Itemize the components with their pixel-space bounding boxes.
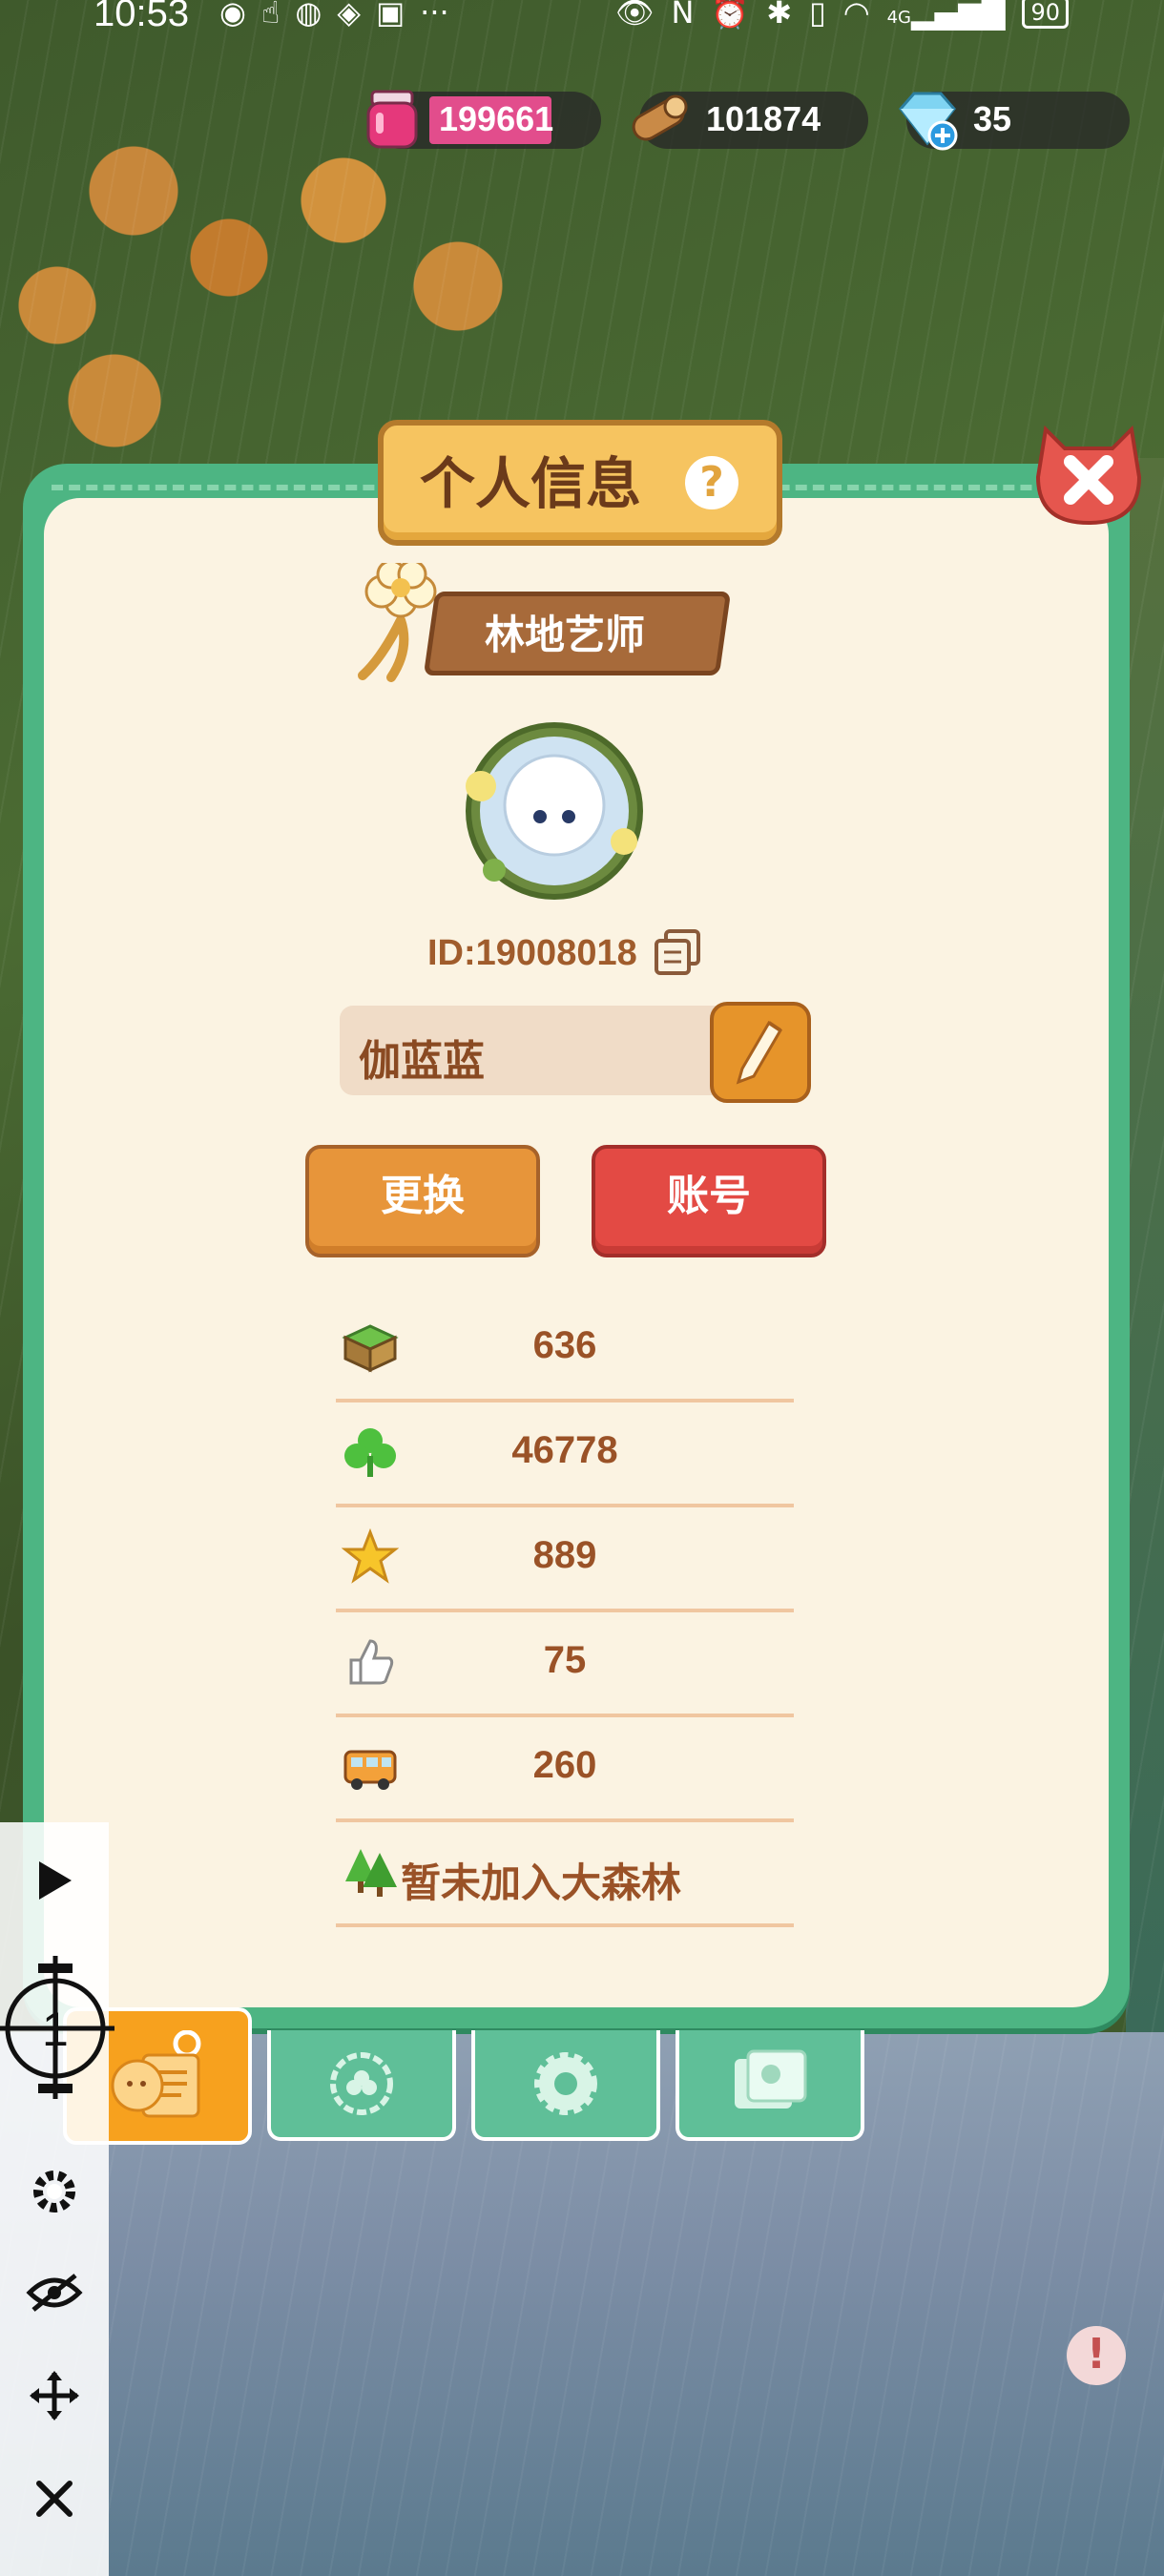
currency-potion[interactable]: 199661 xyxy=(366,90,601,149)
huawei-icon: ▣ xyxy=(375,0,405,31)
nfc-icon: N xyxy=(671,0,695,31)
currency-wood-value: 101874 xyxy=(706,99,821,138)
weibo-icon: ◉ xyxy=(219,0,246,31)
forest-status-row[interactable]: 暂未加入大森林 xyxy=(336,1822,794,1927)
change-button[interactable]: 更换 xyxy=(305,1145,540,1257)
account-button[interactable]: 账号 xyxy=(592,1145,826,1257)
stat-row-bus: 260 xyxy=(336,1717,794,1822)
rank-title: 林地艺师 xyxy=(485,612,646,658)
forest-status-label: 暂未加入大森林 xyxy=(401,1859,682,1906)
currency-wood[interactable]: 101874 xyxy=(632,92,868,149)
gear-icon xyxy=(534,2052,597,2115)
gear-icon xyxy=(33,2171,75,2212)
move-icon xyxy=(30,2371,79,2420)
eye-off-icon xyxy=(26,2274,83,2312)
stat-value: 46778 xyxy=(511,1429,618,1471)
copy-id-icon[interactable] xyxy=(653,927,702,977)
help-button[interactable]: ? xyxy=(685,456,738,509)
more-icon: ··· xyxy=(420,0,449,31)
wechat-icon: ◍ xyxy=(295,0,322,31)
status-bar: 10:53 ◉ ☝ ◍ ◈ ▣ ··· 👁 N ⏰ ✱ ▯ ◠ 4G▂▄▆█ 9… xyxy=(0,0,1164,38)
wood-log-icon xyxy=(632,94,688,141)
app-icon: ◈ xyxy=(337,0,361,31)
stat-value: 889 xyxy=(532,1534,597,1576)
tab-settings[interactable] xyxy=(471,2030,660,2141)
eye-icon: 👁 xyxy=(614,0,655,31)
hand-icon: ☝ xyxy=(260,0,281,31)
bluetooth-icon: ✱ xyxy=(766,0,793,31)
close-button[interactable] xyxy=(1027,410,1151,529)
tab-album[interactable] xyxy=(676,2030,864,2141)
diamond-plus-icon[interactable] xyxy=(893,86,960,153)
pencil-icon xyxy=(736,1020,783,1085)
hide-button[interactable] xyxy=(0,2250,109,2336)
photo-album-icon xyxy=(735,2049,807,2109)
tab-badges[interactable] xyxy=(267,2030,456,2141)
currency-potion-value: 199661 xyxy=(439,99,554,138)
potion-jar-icon xyxy=(366,90,418,149)
move-button[interactable] xyxy=(0,2353,109,2439)
play-button[interactable] xyxy=(0,1838,109,1923)
badge-icon xyxy=(330,2052,393,2115)
wifi-icon: ◠ xyxy=(842,0,870,31)
vibrate-icon: ▯ xyxy=(809,0,826,31)
play-icon xyxy=(39,1861,72,1900)
currency-diamond-value: 35 xyxy=(973,99,1012,138)
close-icon xyxy=(36,2481,73,2517)
stat-value: 75 xyxy=(543,1639,587,1681)
crosshair-number: 1 xyxy=(42,2003,69,2056)
settings-button[interactable] xyxy=(0,2149,109,2234)
edit-name-button[interactable] xyxy=(710,1002,811,1103)
system-icons: 👁 N ⏰ ✱ ▯ ◠ 4G▂▄▆█ 90 xyxy=(615,0,1069,31)
alert-icon[interactable]: ! xyxy=(1067,2326,1126,2385)
floating-toolbar xyxy=(0,1822,109,2576)
player-name: 伽蓝蓝 xyxy=(359,1037,485,1086)
stat-row-star: 889 xyxy=(336,1507,794,1612)
alarm-icon: ⏰ xyxy=(711,0,750,31)
battery-icon: 90 xyxy=(1022,0,1069,29)
stats-list: 636 46778 889 75 260 暂未加入大森林 xyxy=(336,1298,794,1927)
profile-card-icon xyxy=(111,2030,201,2118)
signal-icon: 4G▂▄▆█ xyxy=(886,0,1006,31)
page-title: 个人信息 xyxy=(420,451,642,516)
stat-row-likes: 75 xyxy=(336,1612,794,1717)
currency-diamond[interactable]: 35 xyxy=(899,92,1130,151)
stat-value: 636 xyxy=(532,1324,597,1366)
stat-row-clover: 46778 xyxy=(336,1402,794,1507)
stat-row-grass: 636 xyxy=(336,1298,794,1402)
player-avatar[interactable] xyxy=(456,717,653,904)
close-toolbar-button[interactable] xyxy=(0,2456,109,2542)
stat-value: 260 xyxy=(532,1744,597,1786)
notification-icons: ◉ ☝ ◍ ◈ ▣ ··· xyxy=(219,0,449,31)
status-time: 10:53 xyxy=(94,0,190,34)
trees-icon xyxy=(345,1849,397,1897)
player-id: ID:19008018 xyxy=(427,933,637,973)
